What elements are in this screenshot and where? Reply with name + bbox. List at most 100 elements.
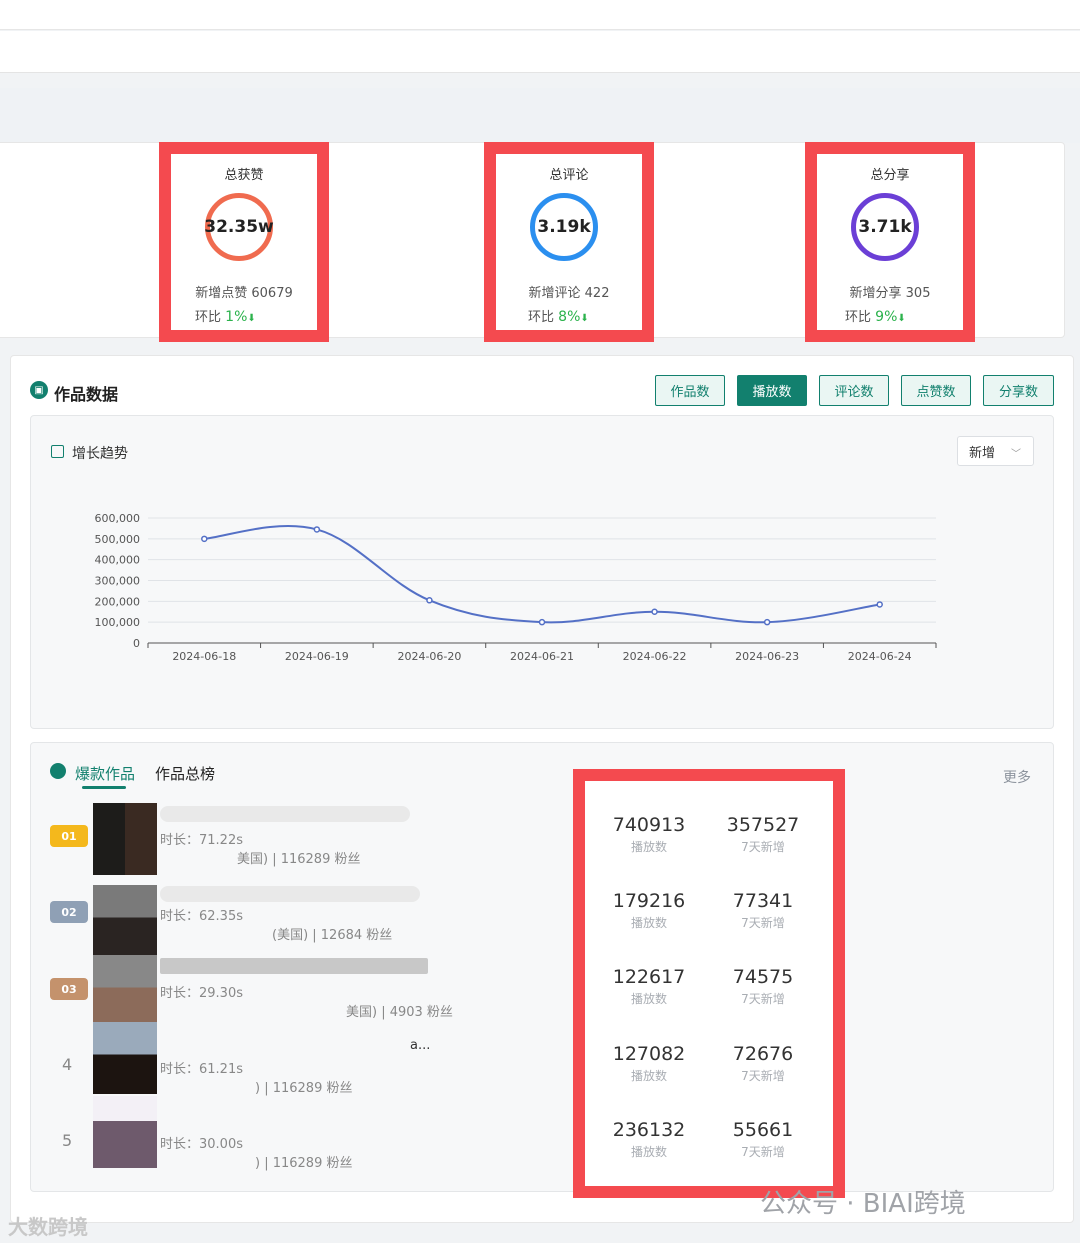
new7-label: 7天新增 [741, 916, 785, 930]
trend-line-chart: 0 100,000 200,000 300,000 400,000 500,000 600,… [95, 512, 937, 663]
stat-title: 总获赞 [224, 168, 264, 183]
x-tick-label: 2024-06-18 [172, 650, 236, 663]
video-thumbnail[interactable] [93, 885, 157, 957]
author-meta: 美国) | 116289 粉丝 [237, 852, 361, 867]
y-tick-label: 200,000 [95, 595, 141, 608]
data-point [876, 601, 883, 608]
stat-title: 总分享 [870, 168, 910, 183]
video-thumbnail[interactable] [93, 803, 157, 875]
down-arrow-icon: ⬇ [247, 313, 256, 324]
trend-title: 增长趋势 [72, 446, 128, 462]
play-count: 127082 [612, 1043, 686, 1065]
blurred-title [160, 806, 410, 822]
title-fragment: a... [410, 1038, 431, 1053]
y-tick-label: 400,000 [95, 554, 141, 567]
data-point [763, 618, 771, 626]
new7-cell: 74575 7天新增 [703, 966, 823, 1007]
data-point [651, 608, 658, 615]
works-icon: ▣ [30, 381, 48, 399]
stat-ratio: 环比 9%⬇ [845, 306, 906, 325]
x-tick-label: 2024-06-20 [397, 650, 461, 663]
sub-bar [0, 31, 1080, 73]
play-count: 740913 [612, 814, 686, 836]
blurred-title [160, 958, 428, 974]
duration: 时长：29.30s [160, 986, 243, 1001]
stat-title: 总评论 [549, 168, 589, 183]
author-meta: ) | 116289 粉丝 [255, 1156, 353, 1171]
author-meta: (美国) | 12684 粉丝 [272, 928, 393, 943]
tab-likes[interactable]: 点赞数 [901, 375, 971, 406]
x-tick-label: 2024-06-24 [848, 650, 912, 663]
new7-label: 7天新增 [741, 1145, 785, 1159]
new7-cell: 357527 7天新增 [703, 814, 823, 855]
y-tick-label: 100,000 [95, 616, 141, 629]
duration: 时长：30.00s [160, 1137, 243, 1152]
watermark-left: 大数跨境 [8, 1215, 88, 1239]
play-count-cell: 179216 播放数 [589, 890, 709, 931]
play-count-label: 播放数 [630, 1069, 667, 1083]
stat-comments: 总评论 3.19k 新增评论 422 环比 8%⬇ [484, 142, 654, 342]
stat-ring: 3.19k [530, 193, 598, 261]
stat-ring: 3.71k [851, 193, 919, 261]
x-tick-label: 2024-06-21 [510, 650, 574, 663]
new7-count: 357527 [726, 814, 800, 836]
watermark-right: 公众号 · BIAI跨境 [760, 1189, 966, 1219]
fire-icon [50, 763, 66, 779]
new7-label: 7天新增 [741, 840, 785, 854]
play-count-cell: 236132 播放数 [589, 1119, 709, 1160]
stat-value: 3.71k [858, 217, 912, 237]
video-thumbnail[interactable] [93, 1022, 157, 1094]
play-count: 236132 [612, 1119, 686, 1141]
play-count-label: 播放数 [630, 992, 667, 1006]
tab-all-works[interactable]: 作品总榜 [155, 763, 215, 784]
new7-count: 74575 [732, 966, 794, 988]
down-arrow-icon: ⬇ [897, 313, 906, 324]
x-tick-label: 2024-06-23 [735, 650, 799, 663]
stat-ratio: 环比 1%⬇ [195, 306, 256, 325]
new7-cell: 55661 7天新增 [703, 1119, 823, 1160]
video-thumbnail[interactable] [93, 955, 157, 1027]
stat-new: 新增分享 305 [849, 286, 931, 301]
tab-shares[interactable]: 分享数 [983, 375, 1054, 406]
tab-comments[interactable]: 评论数 [819, 375, 889, 406]
video-thumbnail[interactable] [93, 1096, 157, 1168]
top-bar [0, 0, 1080, 30]
rank-number: 4 [62, 1055, 73, 1074]
stat-likes: 总获赞 32.35w 新增点赞 60679 环比 1%⬇ [159, 142, 329, 342]
ratio-value: 8% [558, 309, 581, 325]
data-point [426, 597, 433, 604]
author-meta: ) | 116289 粉丝 [255, 1081, 353, 1096]
y-tick-label: 600,000 [95, 512, 141, 525]
gray-band [0, 88, 1080, 143]
data-point [201, 535, 208, 543]
play-count-label: 播放数 [630, 916, 667, 930]
y-tick-label: 300,000 [95, 575, 141, 588]
stat-value: 32.35w [204, 217, 274, 237]
new7-label: 7天新增 [741, 992, 785, 1006]
series-line [204, 525, 880, 624]
new7-count: 72676 [732, 1043, 794, 1065]
select-value: 新增 [969, 445, 996, 461]
y-tick-label: 0 [133, 637, 140, 650]
stat-value: 3.19k [537, 217, 591, 237]
data-point [313, 526, 321, 533]
tab-hot-works[interactable]: 爆款作品 [75, 763, 135, 784]
new7-label: 7天新增 [741, 1069, 785, 1083]
new7-cell: 77341 7天新增 [703, 890, 823, 931]
rank-number: 5 [62, 1131, 73, 1150]
trend-mode-select[interactable]: 新增 ﹀ [957, 436, 1034, 466]
rank-badge-silver: 02 [50, 901, 88, 923]
play-count-cell: 127082 播放数 [589, 1043, 709, 1084]
duration: 时长：62.35s [160, 909, 243, 924]
more-link[interactable]: 更多 [1003, 767, 1031, 787]
tab-works-count[interactable]: 作品数 [655, 375, 725, 406]
tab-plays[interactable]: 播放数 [737, 375, 807, 406]
stat-new: 新增点赞 60679 [195, 286, 293, 301]
down-arrow-icon: ⬇ [580, 313, 589, 324]
ratio-label: 环比 [195, 310, 222, 325]
blurred-title [160, 886, 420, 902]
stat-ring: 32.35w [204, 193, 274, 261]
rank-badge-bronze: 03 [50, 978, 88, 1000]
new7-cell: 72676 7天新增 [703, 1043, 823, 1084]
active-tab-underline [82, 786, 126, 789]
